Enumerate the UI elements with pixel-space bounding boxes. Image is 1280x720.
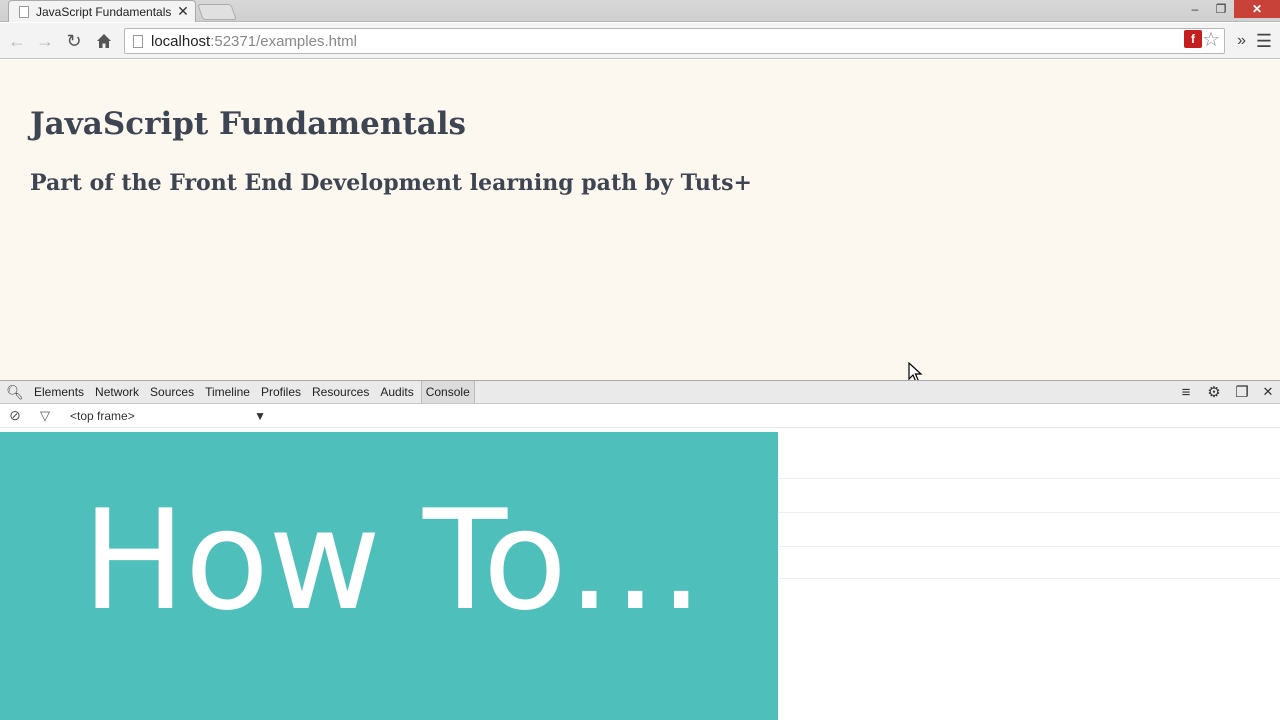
restore-button[interactable]: ❐ — [1208, 0, 1234, 18]
devtools-actions: ≡ ⚙ ❐ ✕ — [1172, 381, 1280, 403]
devtools-tab-profiles[interactable]: Profiles — [257, 381, 308, 403]
reload-icon[interactable]: ↻ — [62, 29, 86, 53]
devtools-tab-audits[interactable]: Audits — [376, 381, 420, 403]
gear-icon[interactable]: ⚙ — [1200, 383, 1228, 401]
tab-close-icon[interactable]: ✕ — [177, 3, 189, 20]
devtools-tab-elements[interactable]: Elements — [30, 381, 91, 403]
new-tab-button[interactable] — [197, 4, 237, 20]
show-drawer-icon[interactable]: ≡ — [1172, 384, 1200, 401]
console-toolbar: ⊘ ▽ <top frame> ▼ — [0, 404, 1280, 428]
url-host: localhost — [151, 32, 211, 50]
console-divider — [778, 546, 1280, 547]
frame-select[interactable]: <top frame> ▼ — [70, 409, 266, 423]
window-titlebar: JavaScript Fundamentals ✕ – ❐ ✕ — [0, 0, 1280, 22]
how-to-banner: How To… — [0, 432, 778, 720]
clear-console-icon[interactable]: ⊘ — [0, 407, 30, 424]
chevron-down-icon: ▼ — [254, 408, 266, 423]
devtools-close-icon[interactable]: ✕ — [1256, 384, 1280, 400]
page-title: JavaScript Fundamentals — [30, 106, 467, 142]
page-subtitle: Part of the Front End Development learni… — [30, 170, 752, 196]
dock-icon[interactable]: ❐ — [1228, 383, 1256, 401]
url-path: :52371/examples.html — [210, 32, 357, 50]
browser-tab[interactable]: JavaScript Fundamentals ✕ — [8, 0, 196, 22]
minimize-button[interactable]: – — [1182, 0, 1208, 18]
arrow-right-icon[interactable]: → — [33, 29, 57, 53]
devtools-tab-resources[interactable]: Resources — [308, 381, 376, 403]
devtools-tab-bar: 🔍︎ Elements Network Sources Timeline Pro… — [0, 380, 1280, 404]
hamburger-icon[interactable]: ☰ — [1256, 29, 1272, 53]
devtools-tab-sources[interactable]: Sources — [146, 381, 201, 403]
page-favicon-icon — [19, 5, 29, 18]
page-viewport: JavaScript Fundamentals Part of the Fron… — [0, 60, 1280, 380]
filter-icon[interactable]: ▽ — [30, 408, 60, 424]
flash-icon[interactable]: f — [1184, 30, 1202, 48]
window-close-button[interactable]: ✕ — [1234, 0, 1280, 18]
console-divider — [778, 512, 1280, 513]
home-icon[interactable] — [92, 29, 116, 53]
banner-text: How To… — [82, 480, 704, 641]
devtools-tab-timeline[interactable]: Timeline — [201, 381, 257, 403]
page-icon — [133, 34, 143, 48]
console-divider — [778, 478, 1280, 479]
extensions-overflow-icon[interactable]: » — [1237, 29, 1246, 53]
window-controls: – ❐ ✕ — [1182, 0, 1280, 18]
devtools-search-icon[interactable]: 🔍︎ — [0, 384, 30, 401]
devtools-tab-console[interactable]: Console — [420, 381, 475, 403]
browser-toolbar: ← → ↻ localhost :52371/examples.html f ☆… — [0, 23, 1280, 59]
address-bar[interactable]: localhost :52371/examples.html — [124, 28, 1225, 54]
devtools-tab-network[interactable]: Network — [91, 381, 146, 403]
console-divider — [778, 578, 1280, 579]
arrow-left-icon[interactable]: ← — [5, 29, 29, 53]
star-icon[interactable]: ☆ — [1202, 27, 1220, 53]
tab-title: JavaScript Fundamentals — [36, 4, 172, 19]
frame-select-value: <top frame> — [70, 408, 135, 423]
